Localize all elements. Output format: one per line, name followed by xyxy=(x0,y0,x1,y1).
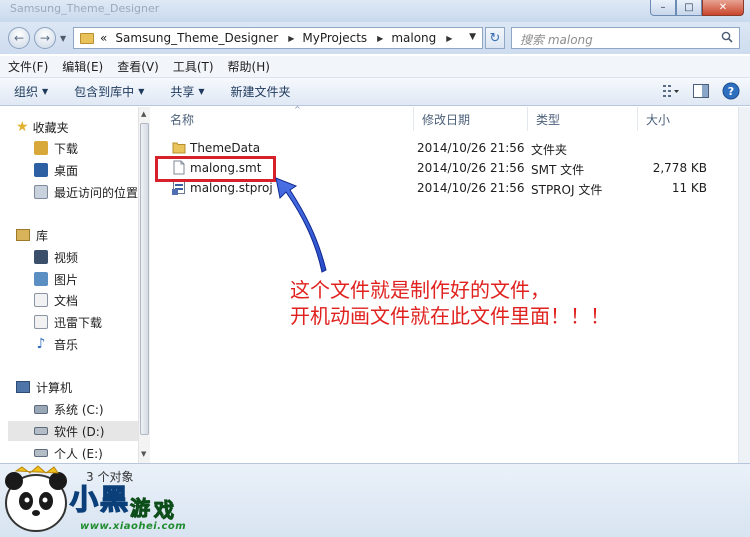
svg-text:小: 小 xyxy=(70,483,98,516)
annotation-line-1: 这个文件就是制作好的文件， xyxy=(290,278,550,302)
annotation-text: 这个文件就是制作好的文件， 开机动画文件就在此文件里面！！！ xyxy=(290,277,610,329)
svg-text:黑: 黑 xyxy=(100,483,128,516)
annotation-arrow xyxy=(275,177,327,273)
svg-text:戏: 戏 xyxy=(153,498,174,522)
svg-text:游: 游 xyxy=(130,496,150,520)
watermark-site: www.xiaohei.com xyxy=(80,521,187,532)
annotation-line-2: 开机动画文件就在此文件里面！！！ xyxy=(290,304,610,328)
